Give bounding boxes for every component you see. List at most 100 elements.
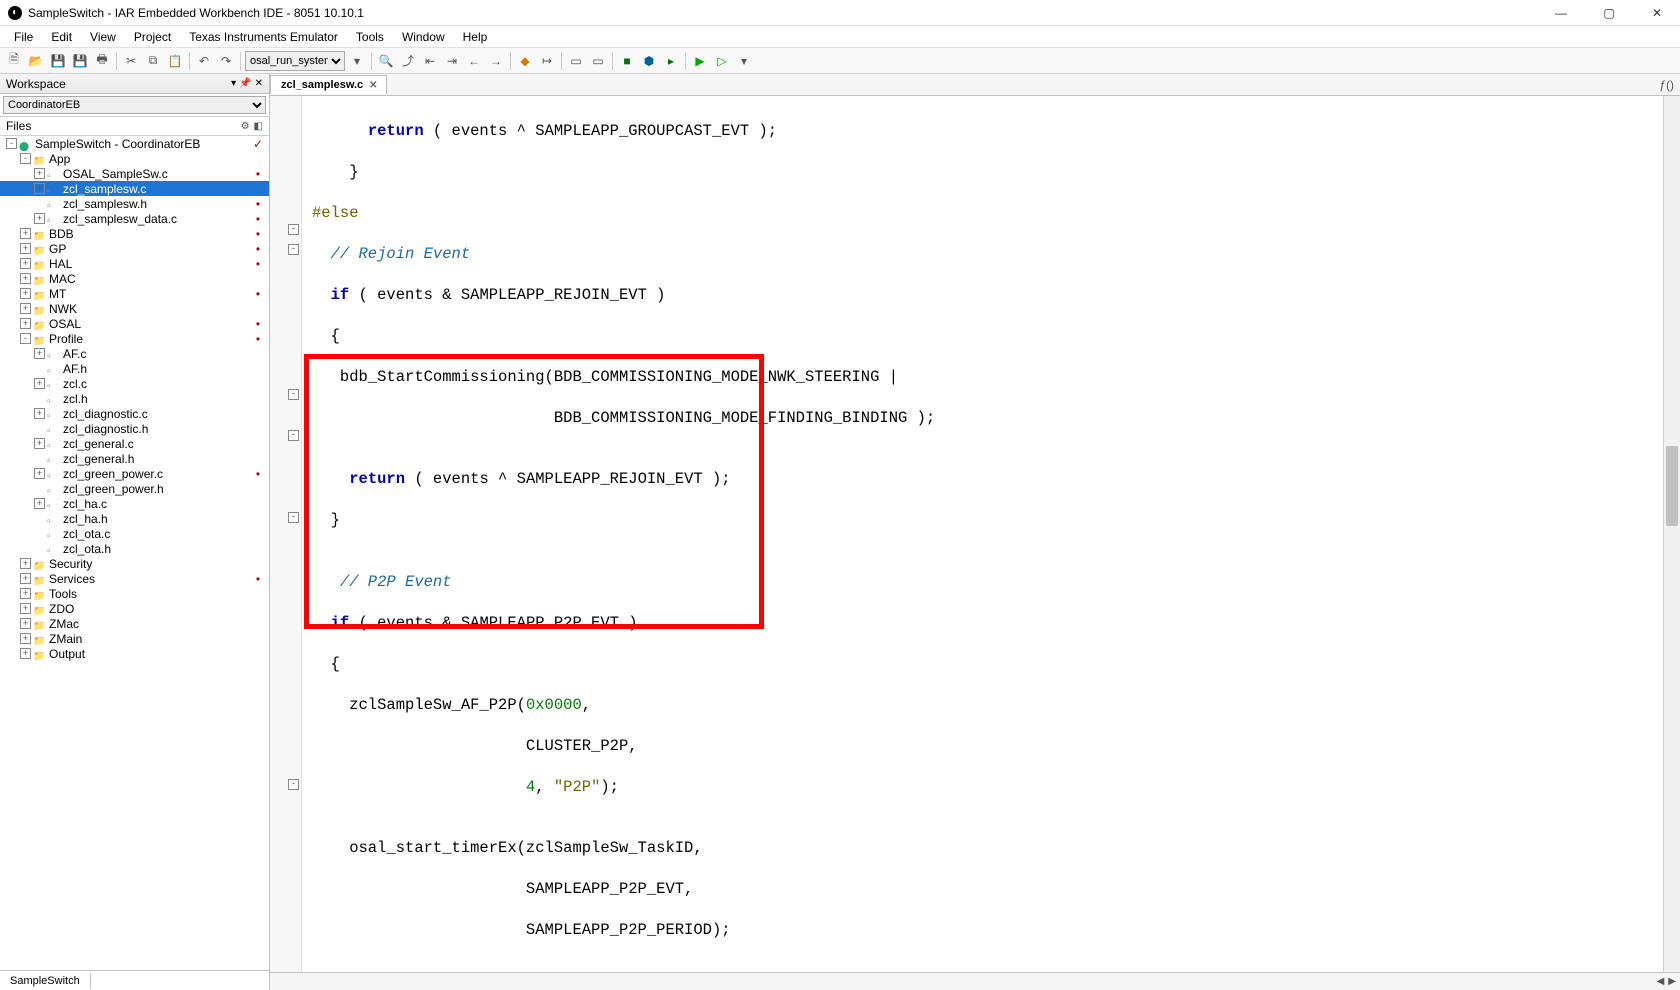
tree-item[interactable]: +zcl_samplesw_data.c• [0, 211, 269, 226]
menu-window[interactable]: Window [394, 28, 453, 46]
make-icon[interactable]: ▭ [588, 51, 608, 71]
fold-icon[interactable]: - [288, 430, 299, 441]
expand-icon[interactable]: + [20, 648, 31, 659]
bookmark-next-icon[interactable]: ⇥ [442, 51, 462, 71]
goto-icon[interactable]: ⤴ [398, 51, 418, 71]
tree-item[interactable]: +Output [0, 646, 269, 661]
save-icon[interactable]: 💾 [48, 51, 68, 71]
tree-item[interactable]: +zcl.c [0, 376, 269, 391]
menu-help[interactable]: Help [455, 28, 496, 46]
copy-icon[interactable]: ⧉ [143, 51, 163, 71]
expand-icon[interactable]: + [34, 408, 45, 419]
fold-icon[interactable]: - [288, 224, 299, 235]
config-combo[interactable]: CoordinatorEB [3, 96, 266, 114]
function-nav-icon[interactable]: ƒ() [1653, 78, 1680, 92]
code-editor[interactable]: - - - - - - return ( events ^ SAMPLEAPP_… [270, 96, 1680, 972]
scrollbar-thumb[interactable] [1666, 446, 1678, 526]
code-body[interactable]: return ( events ^ SAMPLEAPP_GROUPCAST_EV… [302, 96, 963, 972]
expand-icon[interactable]: + [34, 213, 45, 224]
tree-item[interactable]: +BDB• [0, 226, 269, 241]
menu-edit[interactable]: Edit [43, 28, 80, 46]
tree-item[interactable]: zcl.h [0, 391, 269, 406]
tree-item[interactable]: +ZMac [0, 616, 269, 631]
menu-project[interactable]: Project [126, 28, 179, 46]
expand-icon[interactable]: + [34, 348, 45, 359]
expand-icon[interactable]: + [34, 438, 45, 449]
expand-icon[interactable]: + [34, 498, 45, 509]
expand-icon[interactable]: + [34, 168, 45, 179]
tree-item[interactable]: +zcl_general.c [0, 436, 269, 451]
paste-icon[interactable]: 📋 [165, 51, 185, 71]
open-file-icon[interactable]: 📂 [26, 51, 46, 71]
expand-icon[interactable]: + [20, 228, 31, 239]
tree-item[interactable]: +Security [0, 556, 269, 571]
expand-icon[interactable]: + [34, 468, 45, 479]
tree-item[interactable]: +Tools [0, 586, 269, 601]
workspace-tab[interactable]: SampleSwitch [0, 973, 91, 989]
stop-build-icon[interactable]: ■ [617, 51, 637, 71]
tree-item[interactable]: zcl_diagnostic.h [0, 421, 269, 436]
expand-icon[interactable]: + [20, 318, 31, 329]
tree-item[interactable]: -SampleSwitch - CoordinatorEB✓ [0, 136, 269, 151]
tree-item[interactable]: zcl_samplesw.h• [0, 196, 269, 211]
tree-item[interactable]: +HAL• [0, 256, 269, 271]
close-button[interactable]: ✕ [1642, 6, 1672, 20]
tree-item[interactable]: +zcl_ha.c [0, 496, 269, 511]
vertical-scrollbar[interactable] [1663, 96, 1680, 972]
menu-file[interactable]: File [6, 28, 41, 46]
expand-icon[interactable]: + [20, 573, 31, 584]
expand-icon[interactable]: + [20, 618, 31, 629]
menu-view[interactable]: View [82, 28, 124, 46]
tree-item[interactable]: +GP• [0, 241, 269, 256]
compile-icon[interactable]: ▭ [566, 51, 586, 71]
print-icon[interactable]: 🖶 [92, 51, 112, 71]
maximize-button[interactable]: ▢ [1594, 6, 1624, 20]
nav-back-icon[interactable]: ← [464, 51, 484, 71]
expand-icon[interactable]: - [20, 333, 31, 344]
fold-icon[interactable]: - [288, 389, 299, 400]
nav-right-icon[interactable]: ▶ [1668, 976, 1676, 987]
dropdown-icon[interactable]: ▾ [347, 51, 367, 71]
tree-item[interactable]: +ZDO [0, 601, 269, 616]
expand-icon[interactable]: + [20, 258, 31, 269]
tree-item[interactable]: +ZMain [0, 631, 269, 646]
fold-icon[interactable]: - [288, 244, 299, 255]
tab-close-icon[interactable]: ✕ [369, 80, 377, 91]
tree-item[interactable]: zcl_ota.c [0, 526, 269, 541]
expand-icon[interactable]: + [34, 378, 45, 389]
menu-tools[interactable]: Tools [348, 28, 392, 46]
tree-opts-icon[interactable]: ⚙ [241, 121, 250, 132]
editor-tab[interactable]: zcl_samplesw.c ✕ [270, 75, 387, 94]
cut-icon[interactable]: ✂ [121, 51, 141, 71]
build-icon[interactable]: ⬢ [639, 51, 659, 71]
save-all-icon[interactable]: 💾 [70, 51, 90, 71]
file-tree[interactable]: -SampleSwitch - CoordinatorEB✓-App+OSAL_… [0, 136, 269, 970]
nav-icon[interactable]: ↦ [537, 51, 557, 71]
tree-item[interactable]: +OSAL• [0, 316, 269, 331]
run-dropdown-icon[interactable]: ▾ [734, 51, 754, 71]
panel-pin-icon[interactable]: 📌 [239, 78, 251, 89]
tree-item[interactable]: -App [0, 151, 269, 166]
expand-icon[interactable]: + [20, 288, 31, 299]
tree-item[interactable]: +Services• [0, 571, 269, 586]
tree-item[interactable]: +MT• [0, 286, 269, 301]
tree-item[interactable]: +zcl_diagnostic.c [0, 406, 269, 421]
expand-icon[interactable]: + [20, 558, 31, 569]
fold-icon[interactable]: - [288, 512, 299, 523]
undo-icon[interactable]: ↶ [194, 51, 214, 71]
tree-item[interactable]: zcl_ota.h [0, 541, 269, 556]
nav-left-icon[interactable]: ◀ [1657, 976, 1665, 987]
tree-item[interactable]: +MAC [0, 271, 269, 286]
tree-item[interactable]: +zcl_green_power.c• [0, 466, 269, 481]
expand-icon[interactable]: + [20, 633, 31, 644]
tree-opts2-icon[interactable]: ◧ [254, 121, 263, 132]
expand-icon[interactable]: - [6, 138, 17, 149]
tree-item[interactable]: +OSAL_SampleSw.c• [0, 166, 269, 181]
minimize-button[interactable]: — [1546, 6, 1576, 20]
panel-menu-icon[interactable]: ▾ [231, 78, 236, 89]
expand-icon[interactable]: + [34, 183, 45, 194]
menu-ti-emulator[interactable]: Texas Instruments Emulator [181, 28, 346, 46]
fold-icon[interactable]: - [288, 779, 299, 790]
debug-icon[interactable]: ▸ [661, 51, 681, 71]
tree-item[interactable]: +NWK [0, 301, 269, 316]
